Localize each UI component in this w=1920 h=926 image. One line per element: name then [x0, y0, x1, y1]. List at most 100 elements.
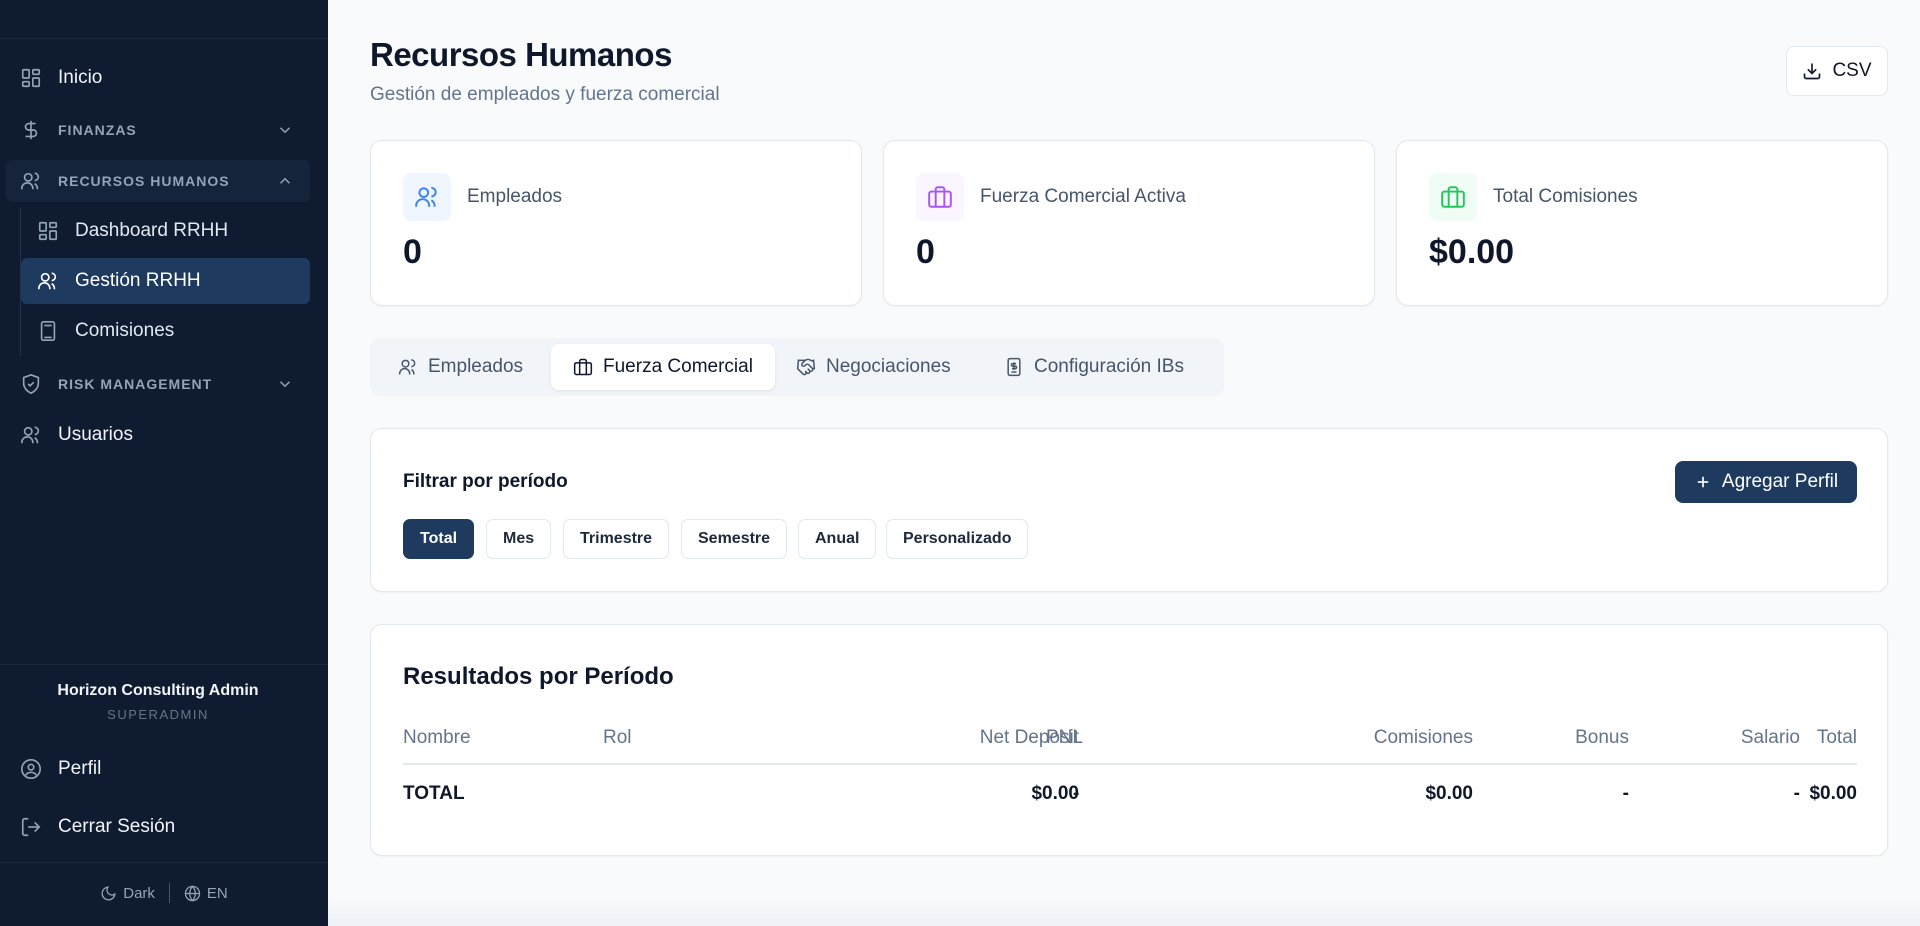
period-anual-button[interactable]: Anual	[798, 519, 877, 559]
theme-toggle-label: Dark	[123, 884, 155, 902]
stat-label: Fuerza Comercial Activa	[980, 186, 1186, 207]
column-header-total: Total	[1816, 727, 1857, 748]
stat-card-fuerza-comercial: Fuerza Comercial Activa 0	[883, 140, 1375, 306]
sidebar-item-gestion-rrhh[interactable]: Gestión RRHH	[21, 258, 310, 304]
sidebar: Inicio FINANZAS RECURSOS HUMANOS Dashboa…	[0, 0, 328, 926]
total-row-total: $0.00	[1809, 783, 1857, 804]
chevron-down-icon	[279, 127, 291, 134]
filter-title: Filtrar por período	[403, 471, 568, 492]
briefcase-icon	[1441, 186, 1465, 208]
column-header-nombre: Nombre	[403, 727, 471, 748]
stat-card-empleados: Empleados 0	[370, 140, 862, 306]
moon-icon	[101, 885, 116, 900]
period-mes-button[interactable]: Mes	[486, 519, 552, 559]
sidebar-item-dashboard-rrhh[interactable]: Dashboard RRHH	[21, 208, 310, 254]
sidebar-section-risk-management[interactable]: RISK MANAGEMENT	[0, 362, 328, 406]
logout-button[interactable]: Cerrar Sesión	[0, 805, 328, 849]
handshake-icon	[796, 358, 816, 376]
chevron-up-icon	[279, 177, 291, 184]
results-card: Resultados por Período Nombre Rol Net De…	[370, 624, 1888, 856]
total-row-nombre: TOTAL	[403, 783, 465, 804]
total-row-pnl: -	[1073, 783, 1080, 804]
period-trimestre-button[interactable]: Trimestre	[563, 519, 670, 559]
sidebar-item-label: Cerrar Sesión	[58, 816, 176, 837]
receipt-icon	[1007, 357, 1021, 377]
export-csv-button[interactable]: CSV	[1786, 46, 1888, 96]
users-icon	[21, 172, 40, 190]
sidebar-item-label: Dashboard RRHH	[75, 220, 229, 241]
sidebar-item-label: Perfil	[58, 758, 102, 779]
calculator-icon	[40, 321, 56, 341]
add-profile-button[interactable]: Agregar Perfil	[1675, 461, 1857, 503]
stat-badge	[916, 173, 964, 221]
stat-label: Empleados	[467, 186, 563, 207]
sidebar-item-label: Comisiones	[75, 320, 175, 341]
sidebar-item-usuarios[interactable]: Usuarios	[0, 413, 328, 457]
sidebar-item-perfil[interactable]: Perfil	[0, 747, 328, 791]
period-total-button[interactable]: Total	[403, 519, 475, 559]
sidebar-section-finanzas[interactable]: FINANZAS	[0, 108, 328, 152]
stat-badge	[1429, 173, 1477, 221]
bottom-fade	[328, 896, 1920, 926]
tab-label: Empleados	[428, 356, 524, 377]
period-semestre-button[interactable]: Semestre	[681, 519, 788, 559]
stat-value: $0.00	[1429, 233, 1515, 271]
table-header-divider	[403, 763, 1857, 765]
sidebar-section-label: FINANZAS	[58, 122, 137, 138]
download-icon	[1804, 63, 1821, 80]
theme-toggle[interactable]: Dark	[100, 885, 155, 902]
users-icon	[415, 186, 437, 207]
briefcase-icon	[928, 186, 952, 208]
dashboard-icon	[21, 68, 41, 88]
column-header-rol: Rol	[603, 727, 632, 748]
user-role: SUPERADMIN	[107, 707, 209, 722]
period-personalizado-button[interactable]: Personalizado	[886, 519, 1029, 559]
sidebar-section-recursos-humanos[interactable]: RECURSOS HUMANOS	[6, 160, 310, 202]
column-header-comisiones: Comisiones	[1373, 727, 1473, 748]
stat-label: Total Comisiones	[1493, 186, 1638, 207]
sidebar-item-comisiones[interactable]: Comisiones	[21, 308, 310, 354]
stat-badge	[403, 173, 451, 221]
column-header-bonus: Bonus	[1575, 727, 1629, 748]
sidebar-item-label: Usuarios	[58, 424, 133, 445]
users-icon	[21, 426, 40, 444]
tab-bar: Empleados Fuerza Comercial Negociaciones…	[370, 338, 1224, 396]
total-row-net-deposit: $0.00	[1031, 783, 1079, 804]
tab-fuerza-comercial[interactable]: Fuerza Comercial	[551, 344, 775, 390]
tab-configuracion-ibs[interactable]: Configuración IBs	[982, 344, 1206, 390]
sidebar-section-label: RECURSOS HUMANOS	[58, 173, 230, 189]
chevron-down-icon	[279, 381, 291, 388]
page-subtitle: Gestión de empleados y fuerza comercial	[370, 84, 720, 105]
tab-empleados[interactable]: Empleados	[376, 344, 545, 390]
tab-label: Configuración IBs	[1034, 356, 1184, 377]
plus-icon	[1697, 476, 1709, 488]
sidebar-item-inicio[interactable]: Inicio	[0, 56, 328, 100]
globe-icon	[184, 884, 201, 902]
csv-label: CSV	[1832, 60, 1872, 81]
logout-icon	[21, 817, 41, 837]
tab-negociaciones[interactable]: Negociaciones	[774, 344, 973, 390]
separator	[168, 883, 170, 903]
preferences-bar: Dark EN	[0, 878, 328, 908]
language-toggle-label: EN	[206, 884, 228, 902]
stat-value: 0	[403, 233, 422, 271]
sidebar-section-label: RISK MANAGEMENT	[58, 376, 213, 392]
sidebar-item-label: Gestión RRHH	[75, 270, 201, 291]
users-icon	[38, 272, 57, 290]
tab-label: Fuerza Comercial	[603, 356, 753, 377]
stat-card-total-comisiones: Total Comisiones $0.00	[1396, 140, 1888, 306]
column-header-pnl: PNL	[1046, 727, 1083, 748]
dashboard-icon	[38, 221, 58, 241]
total-row-comisiones: $0.00	[1425, 783, 1473, 804]
user-name: Horizon Consulting Admin	[57, 682, 259, 699]
add-profile-label: Agregar Perfil	[1721, 471, 1839, 492]
filter-card: Filtrar por período Agregar Perfil Total…	[370, 428, 1888, 592]
sidebar-top-divider	[0, 38, 328, 39]
user-circle-icon	[21, 759, 41, 779]
total-row-bonus: -	[1622, 783, 1629, 804]
results-title: Resultados por Período	[403, 663, 674, 690]
page-title: Recursos Humanos	[370, 36, 672, 73]
dollar-icon	[24, 120, 38, 140]
language-toggle[interactable]: EN	[184, 885, 228, 902]
sidebar-divider	[0, 664, 328, 665]
